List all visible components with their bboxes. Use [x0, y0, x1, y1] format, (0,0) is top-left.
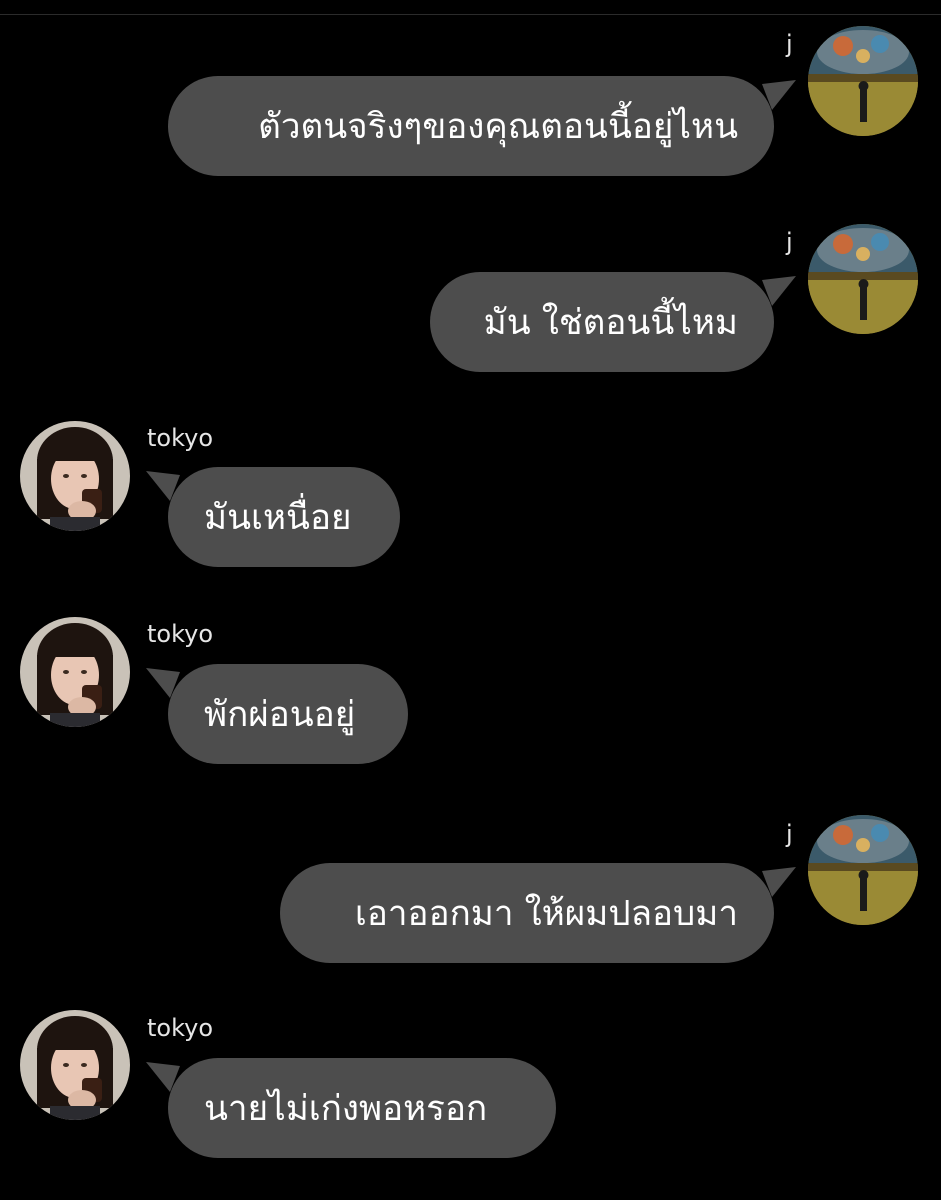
woman-drinking-avatar-icon[interactable]: [20, 1010, 130, 1120]
bubble-tail-icon: [146, 471, 180, 501]
message-bubble[interactable]: ตัวตนจริงๆของคุณตอนนี้อยู่ไหน: [168, 76, 796, 176]
bubble-tail-icon: [762, 867, 796, 897]
sender-name: tokyo: [147, 1014, 214, 1042]
message-bubble[interactable]: มันเหนื่อย: [146, 467, 400, 567]
message-bubble[interactable]: เอาออกมา ให้ผมปลอบมา: [280, 863, 796, 963]
message-text: มัน ใช่ตอนนี้ไหม: [483, 302, 738, 343]
woman-drinking-avatar-icon[interactable]: [20, 421, 130, 531]
bubble-tail-icon: [146, 1062, 180, 1092]
message-bubble[interactable]: มัน ใช่ตอนนี้ไหม: [430, 272, 796, 372]
message-bubble[interactable]: นายไม่เก่งพอหรอก: [146, 1058, 556, 1158]
message-text: ตัวตนจริงๆของคุณตอนนี้อยู่ไหน: [258, 106, 738, 147]
bubble-tail-icon: [146, 668, 180, 698]
painting-avatar-icon[interactable]: [808, 224, 918, 334]
sender-name: tokyo: [147, 620, 214, 648]
sender-name: j: [786, 228, 793, 256]
message-bubble[interactable]: พักผ่อนอยู่: [146, 664, 408, 764]
bubble-tail-icon: [762, 80, 796, 110]
message-text: เอาออกมา ให้ผมปลอบมา: [354, 893, 738, 934]
sender-name: tokyo: [147, 424, 214, 452]
message-text: พักผ่อนอยู่: [204, 694, 356, 735]
sender-name: j: [786, 820, 793, 848]
woman-drinking-avatar-icon[interactable]: [20, 617, 130, 727]
top-divider: [0, 14, 941, 15]
bubble-tail-icon: [762, 276, 796, 306]
painting-avatar-icon[interactable]: [808, 815, 918, 925]
sender-name: j: [786, 30, 793, 58]
message-text: นายไม่เก่งพอหรอก: [204, 1088, 488, 1129]
message-text: มันเหนื่อย: [204, 497, 352, 538]
painting-avatar-icon[interactable]: [808, 26, 918, 136]
